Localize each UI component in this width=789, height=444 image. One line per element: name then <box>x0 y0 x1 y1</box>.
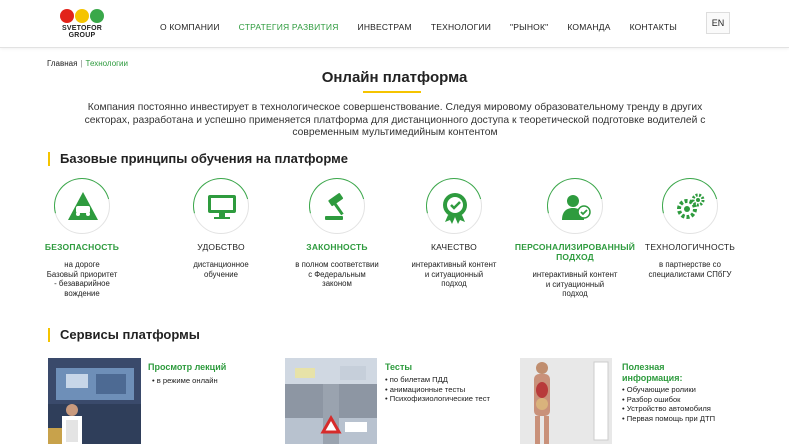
services-heading: Сервисы платформы <box>48 328 200 342</box>
road-icon <box>54 178 110 234</box>
nav-item-market[interactable]: "РЫНОК" <box>510 22 548 32</box>
list-item: анимационные тесты <box>385 385 490 395</box>
principle-safety: БЕЗОПАСНОСТЬ на дороге Базовый приоритет… <box>17 178 147 298</box>
gears-icon <box>662 178 718 234</box>
intro-text: Компания постоянно инвестирует в техноло… <box>84 102 706 138</box>
principle-title: БЕЗОПАСНОСТЬ <box>44 242 120 252</box>
principle-title: ПЕРСОНАЛИЗИРОВАННЫЙ ПОДХОД <box>514 242 636 262</box>
nav-item-technologies[interactable]: ТЕХНОЛОГИИ <box>431 22 491 32</box>
service-list-useful-info: Обучающие ролики Разбор ошибок Устройств… <box>622 385 715 423</box>
logo-text: SVETOFOR GROUP <box>62 25 102 39</box>
service-list-lectures: в режиме онлайн <box>152 376 218 386</box>
service-title-useful-info[interactable]: Полезная информация: <box>622 362 682 383</box>
anatomy-thumbnail[interactable] <box>520 358 612 444</box>
computer-icon <box>193 178 249 234</box>
nav-item-investors[interactable]: ИНВЕСТРАМ <box>358 22 412 32</box>
nav-item-about[interactable]: О КОМПАНИИ <box>160 22 220 32</box>
principle-legality: ЗАКОННОСТЬ в полном соответствии с Федер… <box>272 178 402 289</box>
nav-item-contacts[interactable]: КОНТАКТЫ <box>630 22 677 32</box>
gavel-icon <box>309 178 365 234</box>
principle-personalized: ПЕРСОНАЛИЗИРОВАННЫЙ ПОДХОД интерактивный… <box>510 178 640 299</box>
list-item: Устройство автомобиля <box>622 404 715 414</box>
list-item: Обучающие ролики <box>622 385 715 395</box>
list-item: Разбор ошибок <box>622 395 715 405</box>
lecture-thumbnail[interactable] <box>48 358 141 444</box>
principle-quality: КАЧЕСТВО интерактивный контент и ситуаци… <box>389 178 519 289</box>
breadcrumb-current: Технологии <box>85 59 128 68</box>
title-underline <box>363 91 421 93</box>
nav-item-team[interactable]: КОМАНДА <box>567 22 610 32</box>
list-item: Психофизиологические тест <box>385 394 490 404</box>
breadcrumb: Главная | Технологии <box>47 59 128 68</box>
traffic-light-icon <box>56 9 108 23</box>
principle-title: ЗАКОННОСТЬ <box>306 242 368 252</box>
principle-title: КАЧЕСТВО <box>431 242 477 252</box>
tests-thumbnail[interactable] <box>285 358 377 444</box>
person-check-icon <box>547 178 603 234</box>
principle-title: ТЕХНОЛОГИЧНОСТЬ <box>644 242 736 252</box>
breadcrumb-home-link[interactable]: Главная <box>47 59 77 68</box>
principles-heading: Базовые принципы обучения на платформе <box>48 152 348 166</box>
principle-technology: ТЕХНОЛОГИЧНОСТЬ в партнерстве со специал… <box>625 178 755 279</box>
service-title-lectures[interactable]: Просмотр лекций <box>148 362 226 373</box>
principle-desc: на дороге Базовый приоритет - безаварийн… <box>46 260 118 298</box>
principle-title: УДОБСТВО <box>197 242 245 252</box>
page-title: Онлайн платформа <box>321 69 468 86</box>
principle-desc: дистанционное обучение <box>193 260 249 279</box>
nav-item-strategy[interactable]: СТРАТЕГИЯ РАЗВИТИЯ <box>239 22 339 32</box>
principle-desc: в полном соответствии с Федеральным зако… <box>295 260 379 288</box>
principle-desc: интерактивный контент и ситуационный под… <box>411 260 497 288</box>
principle-desc: интерактивный контент и ситуационный под… <box>532 270 618 298</box>
site-header: SVETOFOR GROUP О КОМПАНИИ СТРАТЕГИЯ РАЗВ… <box>0 0 789 48</box>
logo[interactable]: SVETOFOR GROUP <box>56 9 108 41</box>
language-switch-button[interactable]: EN <box>706 12 730 34</box>
principle-convenience: УДОБСТВО дистанционное обучение <box>156 178 286 279</box>
quality-badge-icon <box>426 178 482 234</box>
principle-desc: в партнерстве со специалистами СПбГУ <box>648 260 732 279</box>
breadcrumb-separator: | <box>80 59 83 68</box>
list-item: по билетам ПДД <box>385 375 490 385</box>
main-nav: О КОМПАНИИ СТРАТЕГИЯ РАЗВИТИЯ ИНВЕСТРАМ … <box>160 22 677 32</box>
list-item: Первая помощь при ДТП <box>622 414 715 424</box>
list-item: в режиме онлайн <box>152 376 218 386</box>
service-title-tests[interactable]: Тесты <box>385 362 412 373</box>
service-list-tests: по билетам ПДД анимационные тесты Психоф… <box>385 375 490 404</box>
